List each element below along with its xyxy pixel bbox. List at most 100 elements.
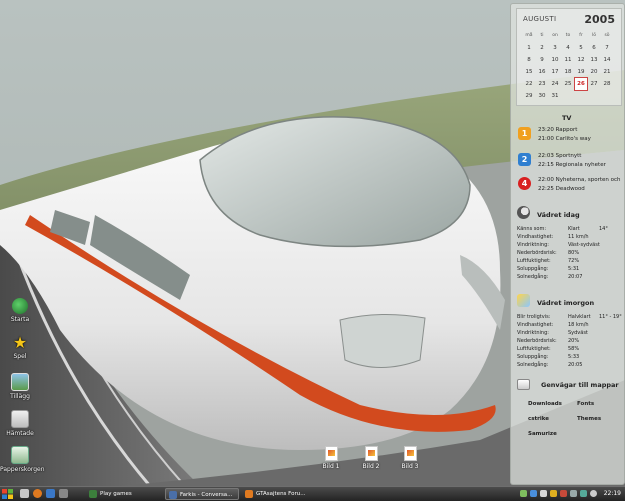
shortcut-downloads[interactable]: Downloads (528, 401, 562, 407)
weather-row: Känns som: Klart 14° (517, 226, 621, 234)
tray-security-icon[interactable] (550, 490, 557, 497)
calendar-day[interactable]: 26 (574, 77, 588, 91)
weather-row: Solnedgång: 20:05 (517, 362, 621, 370)
tv-channel-4[interactable]: 4 22:00 Nyheterna, sporten och 22:25 Dea… (516, 176, 621, 196)
desktop-icon-label: Starta (10, 316, 30, 323)
taskbar: Play games Farkis - Conversa... GTAsajte… (0, 486, 625, 501)
calendar-day[interactable]: 19 (575, 66, 587, 78)
weather-value: 18 km/h (568, 322, 589, 328)
calendar-day-header: ti (540, 33, 544, 38)
tv-program-next: 22:25 Deadwood (538, 186, 585, 192)
weather-row: Vindriktning: Väst-sydväst (517, 242, 621, 250)
calendar-day[interactable]: 13 (588, 54, 600, 66)
weather-label: Känns som: (517, 226, 547, 232)
moon-icon (517, 206, 530, 219)
file-label: Bild 3 (401, 463, 419, 470)
calendar-day[interactable]: 2 (536, 42, 548, 54)
calendar-day[interactable]: 30 (536, 90, 548, 102)
calendar-day[interactable]: 7 (601, 42, 613, 54)
calendar-day[interactable]: 4 (562, 42, 574, 54)
task-play-games[interactable]: Play games (86, 488, 162, 500)
calendar-day[interactable]: 24 (549, 78, 561, 90)
start-button[interactable] (2, 489, 13, 499)
weather-label: Vindhastighet: (517, 322, 554, 328)
quicklaunch-firefox-icon[interactable] (33, 489, 42, 498)
calendar-day[interactable]: 3 (549, 42, 561, 54)
shortcut-fonts[interactable]: Fonts (577, 401, 594, 407)
calendar-day (575, 90, 587, 102)
calendar-day[interactable]: 22 (523, 78, 535, 90)
calendar-day[interactable]: 14 (601, 54, 613, 66)
tray-volume-icon[interactable] (540, 490, 547, 497)
file-icon-bild-2[interactable]: Bild 2 (356, 446, 386, 470)
recycle-bin-icon (11, 446, 29, 464)
calendar-day[interactable]: 8 (523, 54, 535, 66)
calendar-day[interactable]: 12 (575, 54, 587, 66)
calendar-day[interactable]: 27 (588, 78, 600, 90)
image-file-icon (403, 446, 417, 461)
quicklaunch-more-icon[interactable] (59, 489, 68, 498)
calendar-day[interactable]: 29 (523, 90, 535, 102)
tv-channel-1[interactable]: 1 23:20 Rapport 21:00 Carlito's way (516, 126, 620, 146)
calendar-day[interactable]: 5 (575, 42, 587, 54)
calendar-day[interactable]: 31 (549, 90, 561, 102)
image-file-icon (324, 446, 338, 461)
calendar-day (588, 90, 600, 102)
desktop-icon-starta[interactable]: Starta (0, 298, 40, 323)
file-icon-bild-3[interactable]: Bild 3 (395, 446, 425, 470)
calendar-day[interactable]: 1 (523, 42, 535, 54)
calendar-day[interactable]: 17 (549, 66, 561, 78)
calendar-day[interactable]: 25 (562, 78, 574, 90)
folder-shortcut-icon (517, 379, 530, 390)
clock[interactable]: 22:19 (604, 487, 621, 501)
calendar-day[interactable]: 10 (549, 54, 561, 66)
calendar-day[interactable]: 21 (601, 66, 613, 78)
tv-program-now: 22:00 Nyheterna, sporten och (538, 177, 621, 183)
tray-app-icon[interactable] (570, 490, 577, 497)
task-forum[interactable]: GTAsajtens Foru... (242, 488, 318, 500)
weather-row: Vindhastighet: 18 km/h (517, 322, 621, 330)
weather-value: Väst-sydväst (568, 242, 600, 248)
weather-row: Soluppgång: 5:31 (517, 266, 621, 274)
tray-antivirus-icon[interactable] (560, 490, 567, 497)
weather-label: Soluppgång: (517, 354, 549, 360)
file-icon-bild-1[interactable]: Bild 1 (316, 446, 346, 470)
calendar-day[interactable]: 18 (562, 66, 574, 78)
calendar-day[interactable]: 16 (536, 66, 548, 78)
calendar-day[interactable]: 9 (536, 54, 548, 66)
tray-messenger-icon[interactable] (530, 490, 537, 497)
calendar-day[interactable]: 20 (588, 66, 600, 78)
quicklaunch-desktop-icon[interactable] (20, 489, 29, 498)
weather-temperature: 11° - 19° (599, 314, 622, 320)
weather-row: Nederbördsrisk: 80% (517, 250, 621, 258)
quicklaunch-messenger-icon[interactable] (46, 489, 55, 498)
tray-app-icon[interactable] (590, 490, 597, 497)
weather-temperature: 14° (599, 226, 608, 232)
tray-app-icon[interactable] (580, 490, 587, 497)
desktop-icon-hamtade[interactable]: Hämtade (0, 410, 40, 437)
shortcuts-title: Genvägar till mappar (541, 381, 619, 389)
desktop-icon-papperskorgen[interactable]: Papperskorgen (0, 446, 45, 473)
calendar-day-header: to (565, 33, 571, 38)
tv-channel-2[interactable]: 2 22:03 Sportnytt 22:15 Regionala nyhete… (516, 152, 620, 172)
tray-network-icon[interactable] (520, 490, 527, 497)
partly-cloudy-icon (517, 294, 530, 307)
task-conversation[interactable]: Farkis - Conversa... (165, 488, 239, 500)
calendar-day (601, 90, 613, 102)
calendar-day[interactable]: 28 (601, 78, 613, 90)
weather-label: Blir troligtvis: (517, 314, 551, 320)
calendar-day[interactable]: 11 (562, 54, 574, 66)
calendar-day[interactable]: 23 (536, 78, 548, 90)
desktop-icon-tillagg[interactable]: Tillägg (0, 373, 40, 400)
tv-program-now: 22:03 Sportnytt (538, 153, 582, 159)
shortcut-cstrike[interactable]: cstrike (528, 416, 549, 422)
task-label: Farkis - Conversa... (180, 492, 233, 498)
shortcut-themes[interactable]: Themes (577, 416, 601, 422)
calendar-day[interactable]: 6 (588, 42, 600, 54)
tv-program-next: 21:00 Carlito's way (538, 136, 591, 142)
shortcut-samurize[interactable]: Samurize (528, 431, 557, 437)
weather-label: Solnedgång: (517, 362, 549, 368)
calendar-day[interactable]: 15 (523, 66, 535, 78)
weather-row: Solnedgång: 20:07 (517, 274, 621, 282)
desktop-icon-spel[interactable]: ★ Spel (0, 335, 40, 361)
